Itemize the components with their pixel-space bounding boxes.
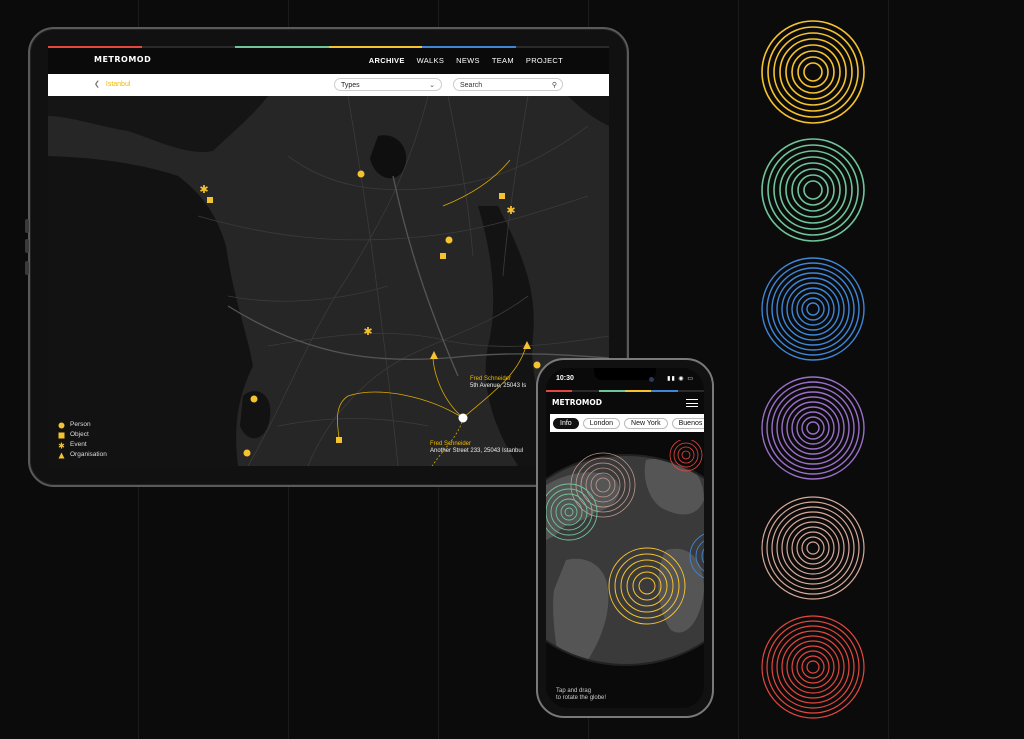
event-marker: ✱ xyxy=(363,325,372,338)
phone-device: 10:30 ▮▮ ◉ ▭ METROMOD Info London New Yo… xyxy=(536,358,714,718)
popup-address: Another Street 233, 25043 Istanbul xyxy=(430,448,524,454)
event-marker: ✱ xyxy=(506,204,515,217)
popup-label: Fred Schneider 5th Avenue, 25043 Is xyxy=(470,376,526,390)
triangle-icon xyxy=(58,452,65,458)
map-legend: Person Object ✱ Event Organisation xyxy=(58,420,107,460)
nav-archive[interactable]: ARCHIVE xyxy=(369,56,405,65)
object-marker xyxy=(207,197,213,203)
person-marker xyxy=(445,236,453,244)
hint-line: to rotate the globe! xyxy=(556,695,607,701)
person-marker xyxy=(357,170,365,178)
city-tabs: Info London New York Buenos xyxy=(550,414,704,432)
person-marker xyxy=(243,449,251,457)
search-input[interactable]: Search ⚲ xyxy=(453,78,563,91)
globe-hint: Tap and drag to rotate the globe! xyxy=(556,688,606,702)
legend-label: Object xyxy=(70,431,89,438)
legend-label: Person xyxy=(70,421,91,428)
phone-notch xyxy=(594,368,656,380)
nav-news[interactable]: NEWS xyxy=(456,56,480,65)
legend-label: Event xyxy=(70,441,87,448)
camera-icon xyxy=(649,377,654,382)
tablet-side-button xyxy=(25,261,29,275)
tablet-side-button xyxy=(25,219,29,233)
grid-line xyxy=(738,0,739,739)
brand-logo[interactable]: METROMOD xyxy=(94,55,151,64)
types-select-value: Types xyxy=(341,82,360,89)
tab-london[interactable]: London xyxy=(582,417,621,429)
ring-icon-purple xyxy=(761,376,865,480)
star-icon: ✱ xyxy=(58,442,65,449)
grid-line xyxy=(888,0,889,739)
selected-pin xyxy=(458,413,468,423)
ring-icon-yellow xyxy=(761,20,865,124)
hint-line: Tap and drag xyxy=(556,688,592,694)
popup-name[interactable]: Fred Schneider xyxy=(470,376,526,383)
nav-team[interactable]: TEAM xyxy=(492,56,514,65)
legend-item[interactable]: ✱ Event xyxy=(58,440,107,450)
svg-text:✱: ✱ xyxy=(58,442,65,449)
object-marker xyxy=(440,253,446,259)
legend-item[interactable]: Person xyxy=(58,420,107,430)
person-marker xyxy=(533,361,541,369)
nav-project[interactable]: PROJECT xyxy=(526,56,563,65)
search-icon: ⚲ xyxy=(551,82,557,89)
ring-marker-red xyxy=(669,440,703,472)
globe-view[interactable] xyxy=(546,440,704,675)
legend-item[interactable]: Organisation xyxy=(58,450,107,460)
types-select[interactable]: Types ⌄ xyxy=(334,78,442,91)
tab-info[interactable]: Info xyxy=(553,417,579,429)
tablet-screen: METROMOD ARCHIVE WALKS NEWS TEAM PROJECT… xyxy=(48,46,609,466)
person-marker xyxy=(250,395,258,403)
brand-logo[interactable]: METROMOD xyxy=(552,398,602,407)
ring-icon-green xyxy=(761,138,865,242)
menu-icon[interactable] xyxy=(686,399,698,407)
chevron-left-icon[interactable]: ❮ xyxy=(94,81,100,88)
ring-icon-pink xyxy=(761,496,865,600)
ring-icon-red xyxy=(761,615,865,719)
search-placeholder: Search xyxy=(460,82,483,89)
popup-name[interactable]: Fred Schneider xyxy=(430,441,523,448)
status-time: 10:30 xyxy=(556,375,574,382)
popup-label: Fred Schneider Another Street 233, 25043… xyxy=(430,441,523,455)
breadcrumb-city[interactable]: Istanbul xyxy=(106,81,131,88)
object-marker xyxy=(499,193,505,199)
phone-screen: 10:30 ▮▮ ◉ ▭ METROMOD Info London New Yo… xyxy=(546,368,704,708)
square-icon xyxy=(58,432,65,438)
signal-wifi-battery-icon: ▮▮ ◉ ▭ xyxy=(667,376,694,382)
tab-new-york[interactable]: New York xyxy=(624,417,668,429)
popup-address: 5th Avenue, 25043 Is xyxy=(470,383,527,389)
main-menu: ARCHIVE WALKS NEWS TEAM PROJECT xyxy=(369,56,563,65)
tab-buenos[interactable]: Buenos xyxy=(671,417,704,429)
filter-bar: ❮ Istanbul Types ⌄ Search ⚲ xyxy=(48,74,609,96)
chevron-down-icon: ⌄ xyxy=(429,82,435,89)
breadcrumb[interactable]: ❮ Istanbul xyxy=(94,80,130,88)
event-marker: ✱ xyxy=(199,183,208,196)
circle-icon xyxy=(58,422,65,428)
color-stripe xyxy=(48,46,609,48)
legend-label: Organisation xyxy=(70,451,107,458)
tablet-side-button xyxy=(25,239,29,253)
color-stripe xyxy=(546,390,704,392)
object-marker xyxy=(336,437,342,443)
legend-item[interactable]: Object xyxy=(58,430,107,440)
top-navigation: METROMOD ARCHIVE WALKS NEWS TEAM PROJECT xyxy=(48,46,609,74)
city-map[interactable]: ✱ ✱ ✱ xyxy=(48,96,609,466)
nav-walks[interactable]: WALKS xyxy=(417,56,444,65)
ring-icon-blue xyxy=(761,257,865,361)
